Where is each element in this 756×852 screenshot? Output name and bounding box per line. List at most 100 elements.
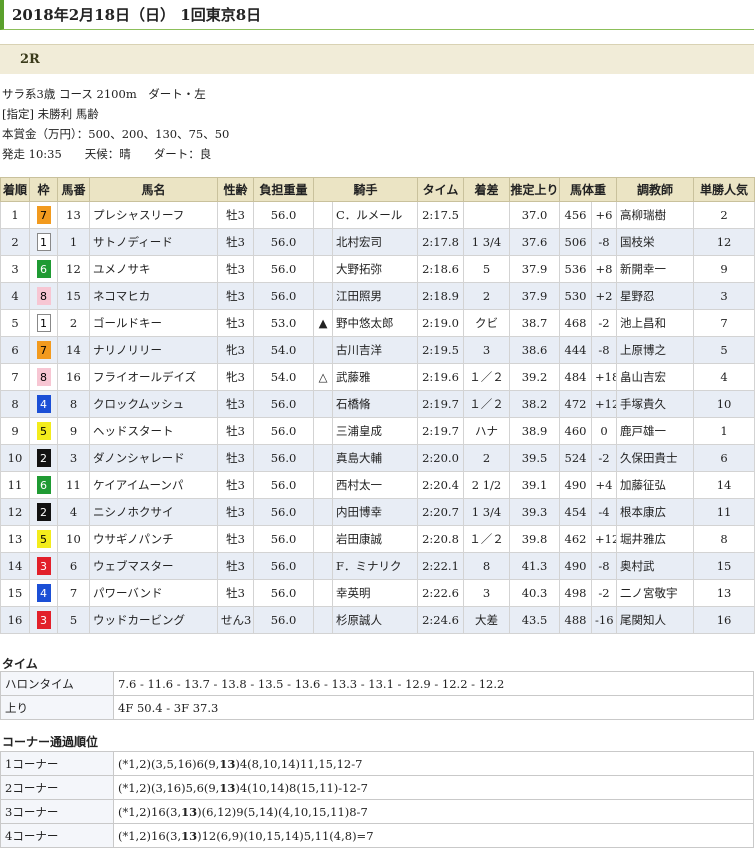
corner-order-text: (*1,2)(3,5,16)6(9, [118, 756, 220, 771]
header-margin: 着差 [463, 177, 511, 202]
corner-row: 4コーナー (*1,2)16(3,13)12(6,9)(10,15,14)5,11… [0, 823, 754, 848]
waku-cell: 7 [29, 336, 58, 364]
jockey-cell: F．ミナリク [331, 552, 419, 580]
time-cell: 2:24.6 [417, 606, 465, 634]
margin-cell: 5 [463, 255, 511, 283]
horse-name-cell: ナリノリリー [89, 336, 218, 364]
horse-name-cell: ケイアイムーンパ [89, 471, 218, 499]
trainer-cell: 池上昌和 [616, 309, 695, 337]
table-row: 11 6 11 ケイアイムーンパ 牡3 56.0 西村太一 2:20.4 2 1/2 39.1 49… [0, 471, 756, 499]
body-weight-diff-cell: -2 [591, 444, 618, 472]
sex-age-cell: 牡3 [217, 417, 254, 445]
table-row: 10 2 3 ダノンシャレード 牡3 56.0 真島大輔 2:20.0 2 39.5 524 -2 久保… [0, 444, 756, 472]
corner-row: 1コーナー (*1,2)(3,5,16)6(9,13)4(8,10,14)11,1… [0, 751, 754, 776]
last-3f-cell: 37.9 [509, 282, 561, 310]
corner-order-text: )(6,12)9(5,14)(4,10,15,11)8-7 [197, 804, 368, 819]
last-3f-cell: 40.3 [509, 579, 561, 607]
rank-cell: 6 [0, 336, 30, 364]
last-3f-cell: 39.1 [509, 471, 561, 499]
corner-order-text: )4(8,10,14)11,15,12-7 [235, 756, 363, 771]
waku-cell: 1 [29, 309, 58, 337]
time-cell: 2:20.4 [417, 471, 465, 499]
race-course: サラ系3歳 コース 2100m ダート・左 [2, 87, 206, 101]
corner-order-text: (*1,2)(3,16)5,6(9, [118, 780, 220, 795]
margin-cell: １／２ [463, 525, 511, 553]
rank-cell: 3 [0, 255, 30, 283]
jockey-cell: 石橋脩 [331, 390, 419, 418]
waku-badge: 3 [36, 611, 51, 629]
header-rank: 着順 [0, 177, 30, 202]
trainer-cell: 堀井雅広 [616, 525, 695, 553]
waku-cell: 6 [29, 255, 58, 283]
jockey-cell: 幸英明 [331, 579, 419, 607]
corner-order-text: )4(10,14)8(15,11)-12-7 [235, 780, 368, 795]
jockey-cell: C．ルメール [331, 201, 419, 229]
table-row: 6 7 14 ナリノリリー 牝3 54.0 古川吉洋 2:19.5 3 38.6 444 -8 上原博之… [0, 336, 756, 364]
jockey-cell: 野中悠太郎 [331, 309, 419, 337]
page-title: 2018年2月18日（日） 1回東京8日 [0, 0, 754, 30]
header-body-weight: 馬体重 [559, 177, 618, 202]
margin-cell: 3 [463, 336, 511, 364]
jockey-mark-cell [313, 525, 333, 553]
rank-cell: 15 [0, 579, 30, 607]
body-weight-cell: 462 [559, 525, 593, 553]
time-cell: 2:19.7 [417, 390, 465, 418]
popularity-cell: 3 [693, 282, 756, 310]
popularity-cell: 12 [693, 228, 756, 256]
winner-number: 13 [181, 828, 198, 843]
corner-row-label: 4コーナー [0, 823, 114, 848]
time-section-title: タイム [2, 657, 38, 671]
header-sex-age: 性齢 [217, 177, 254, 202]
horse-name-cell: ユメノサキ [89, 255, 218, 283]
table-row: 15 4 7 パワーバンド 牡3 56.0 幸英明 2:22.6 3 40.3 498 -2 二ノ宮敬宇… [0, 579, 756, 607]
waku-badge: 6 [36, 260, 51, 278]
waku-badge: 4 [36, 395, 51, 413]
header-number: 馬番 [57, 177, 90, 202]
waku-cell: 8 [29, 363, 58, 391]
trainer-cell: 星野忍 [616, 282, 695, 310]
time-cell: 2:18.6 [417, 255, 465, 283]
sex-age-cell: 牡3 [217, 228, 254, 256]
table-row: 13 5 10 ウサギノパンチ 牡3 56.0 岩田康誠 2:20.8 １／２ 39.8 462 +1… [0, 525, 756, 553]
weight-cell: 56.0 [253, 444, 314, 472]
horse-name-cell: サトノディード [89, 228, 218, 256]
margin-cell: 8 [463, 552, 511, 580]
sex-age-cell: せん3 [217, 606, 254, 634]
popularity-cell: 8 [693, 525, 756, 553]
horse-number-cell: 1 [57, 228, 90, 256]
rank-cell: 13 [0, 525, 30, 553]
rank-cell: 5 [0, 309, 30, 337]
header-jockey: 騎手 [312, 177, 419, 202]
waku-cell: 3 [29, 606, 58, 634]
weight-cell: 56.0 [253, 579, 314, 607]
header-last-3f: 推定上り [509, 177, 561, 202]
sex-age-cell: 牡3 [217, 444, 254, 472]
body-weight-diff-cell: -8 [591, 336, 618, 364]
weight-cell: 56.0 [253, 606, 314, 634]
horse-number-cell: 14 [57, 336, 90, 364]
sex-age-cell: 牝3 [217, 363, 254, 391]
body-weight-cell: 498 [559, 579, 593, 607]
body-weight-cell: 488 [559, 606, 593, 634]
body-weight-diff-cell: +12 [591, 525, 618, 553]
body-weight-diff-cell: -4 [591, 498, 618, 526]
body-weight-cell: 524 [559, 444, 593, 472]
body-weight-cell: 454 [559, 498, 593, 526]
rank-cell: 14 [0, 552, 30, 580]
winner-number: 13 [219, 780, 236, 795]
waku-cell: 3 [29, 552, 58, 580]
weight-cell: 56.0 [253, 228, 314, 256]
horse-number-cell: 2 [57, 309, 90, 337]
horse-name-cell: ゴールドキー [89, 309, 218, 337]
body-weight-cell: 468 [559, 309, 593, 337]
rank-cell: 10 [0, 444, 30, 472]
weight-cell: 56.0 [253, 417, 314, 445]
margin-cell [463, 201, 511, 229]
horse-number-cell: 9 [57, 417, 90, 445]
last-3f-cell: 37.6 [509, 228, 561, 256]
rank-cell: 16 [0, 606, 30, 634]
waku-badge: 2 [36, 503, 51, 521]
trainer-cell: 根本康広 [616, 498, 695, 526]
jockey-cell: 内田博幸 [331, 498, 419, 526]
body-weight-cell: 444 [559, 336, 593, 364]
